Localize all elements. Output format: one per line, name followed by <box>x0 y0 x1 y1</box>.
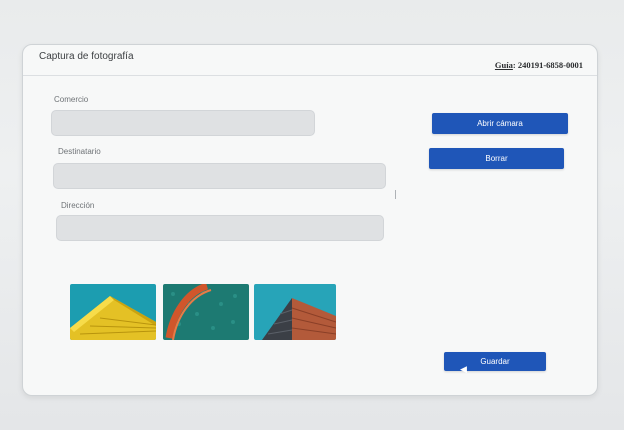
panel-header: Captura de fotografía Guía: 240191-6858-… <box>23 45 597 76</box>
direccion-label: Dirección <box>61 201 95 210</box>
brick-building-photo-icon[interactable] <box>254 284 336 340</box>
screen: Captura de fotografía Guía: 240191-6858-… <box>0 0 624 430</box>
teal-curve-photo-icon[interactable] <box>163 284 249 340</box>
direccion-field[interactable] <box>56 215 384 241</box>
guide-number: Guía: 240191-6858-0001 <box>495 60 583 70</box>
text-cursor-mark <box>395 190 396 199</box>
mouse-pointer-icon: ◀ <box>460 364 467 374</box>
guide-label: Guía <box>494 60 513 70</box>
destinatario-label: Destinatario <box>58 147 101 156</box>
yellow-building-photo-icon[interactable] <box>70 284 156 340</box>
comercio-label: Comercio <box>54 95 89 104</box>
comercio-field[interactable] <box>51 110 315 136</box>
destinatario-field[interactable] <box>53 163 386 189</box>
guide-value: : 240191-6858-0001 <box>512 60 583 70</box>
clear-button[interactable]: Borrar <box>429 148 564 169</box>
open-camera-button[interactable]: Abrir cámara <box>432 113 568 134</box>
panel-title: Captura de fotografía <box>39 51 134 62</box>
